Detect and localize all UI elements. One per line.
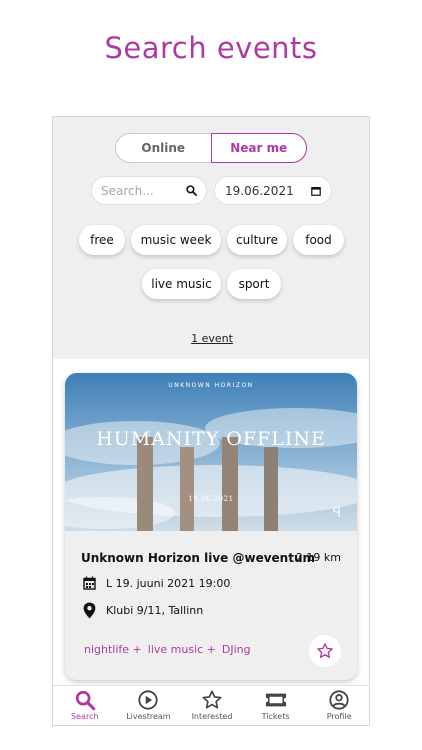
category-chip-culture[interactable]: culture: [227, 225, 287, 255]
nav-tab-search[interactable]: Search: [53, 686, 117, 725]
profile-icon: [329, 690, 349, 710]
online-toggle-button[interactable]: Online: [115, 133, 211, 163]
interested-star-button[interactable]: [309, 635, 341, 667]
event-card[interactable]: UNKNOWN HORIZON HUMANITY OFFLINE 19.06.2…: [65, 373, 357, 680]
page-title: Search events: [104, 31, 318, 65]
category-chip-sport[interactable]: sport: [227, 269, 281, 299]
search-icon: [75, 690, 96, 711]
nav-label: Interested: [191, 712, 233, 721]
event-tag[interactable]: nightlife +: [84, 643, 142, 656]
nav-label: Livestream: [126, 712, 171, 721]
nav-tab-livestream[interactable]: Livestream: [117, 686, 181, 725]
ticket-icon: [265, 693, 286, 707]
near-me-toggle-button[interactable]: Near me: [210, 133, 307, 163]
app-screen: Online Near me 19.06.2021 free music wee…: [52, 116, 370, 726]
event-distance: 2.19 km: [295, 551, 341, 564]
event-datetime: L 19. juuni 2021 19:00: [106, 576, 231, 590]
calendar-icon: [81, 576, 97, 590]
category-chip-free[interactable]: free: [79, 225, 125, 255]
search-icon[interactable]: [186, 185, 197, 196]
results-list: UNKNOWN HORIZON HUMANITY OFFLINE 19.06.2…: [53, 359, 369, 685]
location-pin-icon: [81, 602, 97, 619]
star-icon: [317, 643, 333, 658]
nav-label: Tickets: [261, 712, 290, 721]
star-icon: [202, 690, 222, 709]
location-toggle: Online Near me: [115, 133, 307, 163]
poster-brand-text: UNKNOWN HORIZON: [168, 382, 253, 389]
event-location-row: Klubi 9/11, Tallinn: [81, 602, 203, 619]
date-value: 19.06.2021: [225, 183, 294, 198]
nav-label: Profile: [326, 712, 352, 721]
event-tag[interactable]: DJing: [222, 643, 251, 656]
nav-tab-tickets[interactable]: Tickets: [244, 686, 308, 725]
poster-date-text: 19.06.2021: [188, 495, 233, 503]
event-tag[interactable]: live music +: [148, 643, 216, 656]
svg-text:ꟼ: ꟼ: [333, 505, 341, 521]
event-location: Klubi 9/11, Tallinn: [106, 604, 204, 617]
category-chip-music-week[interactable]: music week: [131, 225, 221, 255]
nav-tab-interested[interactable]: Interested: [180, 686, 244, 725]
event-title[interactable]: Unknown Horizon live @weventum: [81, 551, 315, 565]
category-chip-live-music[interactable]: live music: [142, 269, 221, 299]
nav-label: Search: [71, 712, 99, 721]
bottom-nav: Search Livestream Interested Tickets Pro…: [53, 685, 369, 725]
search-field[interactable]: [91, 176, 207, 205]
event-poster-image: UNKNOWN HORIZON HUMANITY OFFLINE 19.06.2…: [65, 373, 357, 531]
date-picker[interactable]: 19.06.2021: [214, 176, 332, 205]
nav-tab-profile[interactable]: Profile: [307, 686, 369, 725]
category-chip-food[interactable]: food: [293, 225, 344, 255]
event-datetime-row: L 19. juuni 2021 19:00: [81, 576, 230, 590]
poster-headline-text: HUMANITY OFFLINE: [96, 428, 326, 450]
results-count[interactable]: 1 event: [53, 332, 369, 345]
calendar-icon[interactable]: [311, 186, 321, 196]
event-tags: nightlife + live music + DJing: [84, 643, 251, 656]
search-input[interactable]: [101, 183, 183, 198]
play-circle-icon: [138, 690, 159, 710]
